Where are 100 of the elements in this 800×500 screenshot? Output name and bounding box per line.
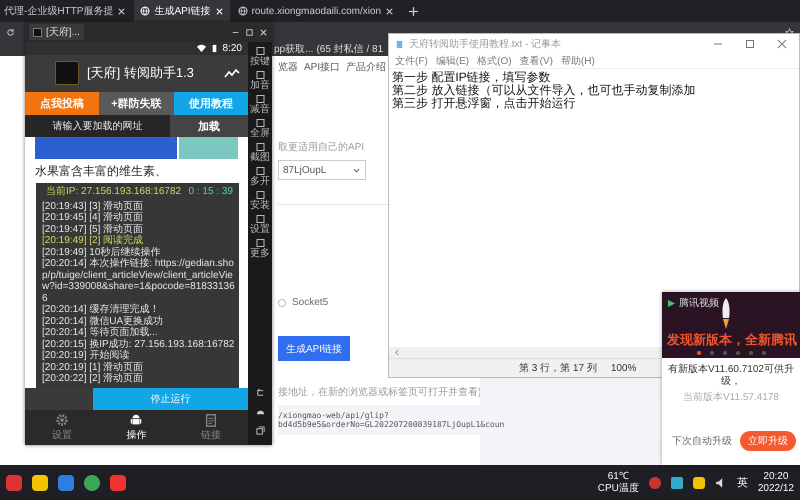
back-icon[interactable]: [256, 388, 264, 397]
cursor-position: 第 3 行，第 17 列: [519, 362, 597, 375]
square-icon: [254, 214, 266, 224]
side-button[interactable]: 按键: [248, 46, 272, 67]
trend-icon[interactable]: [224, 68, 240, 78]
square-icon: [254, 238, 266, 248]
version-text: 当前版本V11.57.4178: [682, 390, 780, 404]
zoom-level: 100%: [610, 362, 636, 374]
taskbar-app-icon[interactable]: [58, 474, 74, 490]
article-text: 水果富含丰富的维生素、: [34, 162, 168, 180]
log-line: [20:20:19] 开始阅读: [42, 350, 130, 362]
input-method-indicator[interactable]: 英: [736, 475, 748, 490]
document-icon: [395, 40, 404, 48]
log-line: [20:20:15] 换IP成功: 27.156.193.168:16782: [42, 338, 235, 350]
tray-app-icon[interactable]: [692, 476, 705, 488]
menu-item[interactable]: 编辑(E): [436, 54, 470, 68]
taskbar-app-icon[interactable]: [84, 474, 100, 490]
square-icon: [254, 118, 266, 128]
status-clock: 8:20: [222, 42, 242, 54]
square-icon: [254, 94, 266, 104]
carousel-dot[interactable]: [736, 351, 740, 355]
reload-icon[interactable]: [6, 28, 15, 36]
side-button[interactable]: 安装: [248, 190, 272, 211]
carousel-dot[interactable]: [696, 351, 700, 355]
hint-text: 取更适用自己的API: [278, 140, 366, 154]
side-button[interactable]: 减音: [248, 94, 272, 115]
nav-tab[interactable]: 链接: [174, 410, 248, 445]
close-icon[interactable]: [259, 28, 268, 36]
app-logo: [55, 61, 79, 86]
carousel-dot[interactable]: [748, 351, 752, 355]
timer-label: 0 : 15 : 39: [188, 186, 233, 198]
api-select[interactable]: 87LjOupL: [278, 160, 366, 180]
later-button[interactable]: 下次自动升级: [666, 433, 738, 449]
ip-label: 当前IP: 27.156.193.168:16782: [46, 186, 182, 198]
nav-link[interactable]: 览器: [278, 60, 298, 74]
brand-name: 腾讯视频: [679, 296, 719, 310]
carousel-dot[interactable]: [762, 351, 766, 355]
nav-tab[interactable]: 操作: [99, 410, 174, 445]
nav-link[interactable]: API接口: [304, 60, 340, 74]
close-icon[interactable]: [385, 6, 394, 16]
recents-icon[interactable]: [256, 426, 264, 435]
app-title: [天府] 转阅助手1.3: [87, 64, 194, 82]
globe-icon: [238, 6, 248, 16]
maximize-icon[interactable]: [745, 39, 755, 49]
nav-tab[interactable]: 设置: [25, 410, 100, 445]
bookmark-link[interactable]: pp获取...: [274, 42, 314, 56]
side-button[interactable]: 多开: [248, 166, 272, 187]
text-line: 第一步 配置IP链接，填写参数: [392, 71, 552, 84]
maximize-icon[interactable]: [245, 28, 254, 36]
load-button[interactable]: 加载: [170, 115, 248, 137]
log-line: [20:19:45] [4] 滑动页面: [42, 212, 144, 224]
side-button[interactable]: 加音: [248, 70, 272, 91]
radio-label: Socket5: [292, 297, 328, 308]
taskbar-clock[interactable]: 20:20 2022/12: [758, 470, 794, 494]
window-tab[interactable]: [天府]...: [29, 24, 84, 40]
side-button[interactable]: 全屏: [248, 118, 272, 139]
log-line: [20:19:49] 10秒后继续操作: [42, 246, 162, 258]
cpu-widget[interactable]: 61℃ CPU温度: [598, 470, 639, 494]
url-field[interactable]: 请输入要加载的网址: [25, 115, 170, 137]
carousel-dot[interactable]: [710, 351, 714, 355]
log-line: [20:19:47] [5] 滑动页面: [42, 224, 144, 235]
square-icon: [254, 142, 266, 152]
clipboard-icon: [204, 412, 218, 427]
generate-button[interactable]: 生成API链接: [278, 336, 350, 361]
globe-icon: [140, 6, 150, 16]
side-button[interactable]: 截图: [248, 142, 272, 163]
settings-icon: [55, 412, 70, 427]
side-button[interactable]: 更多: [248, 238, 272, 259]
photo-placeholder: [178, 136, 238, 159]
tray-app-icon[interactable]: [670, 476, 683, 488]
log-line: [20:20:14] 等待页面加载...: [42, 327, 159, 338]
battery-icon: [210, 44, 219, 53]
close-icon[interactable]: [117, 6, 126, 16]
bookmark-link[interactable]: (65 封私信 / 81: [316, 42, 384, 56]
square-icon: [254, 190, 266, 200]
text-line: 第三步 打开悬浮窗，点击开始运行: [392, 97, 576, 110]
menu-item[interactable]: 查看(V): [520, 54, 553, 68]
update-message: 有新版本V11.60.7102可供升级，: [667, 362, 795, 388]
carousel-dot[interactable]: [722, 351, 726, 355]
promo-headline: 发现新版本，全新腾讯: [667, 331, 795, 349]
text-line: 第二步 放入链接（可以从文件导入，也可也手动复制添加: [392, 84, 696, 97]
side-button[interactable]: 设置: [248, 214, 272, 235]
radio-button[interactable]: [278, 298, 286, 306]
wifi-icon: [196, 44, 206, 53]
browser-tab[interactable]: 生成API链接: [134, 0, 230, 22]
menu-item[interactable]: 帮助(H): [560, 54, 595, 68]
play-logo-icon: [667, 298, 676, 308]
window-title: 天府转阅助手使用教程.txt - 记事本: [409, 38, 562, 51]
log-line: [20:19:49] [2] 阅读完成: [42, 235, 144, 246]
log-line: [20:19:43] [3] 滑动页面: [42, 200, 144, 212]
taskbar-app-icon[interactable]: [32, 474, 48, 490]
menu-item[interactable]: 文件(F): [395, 54, 428, 68]
square-icon: [254, 70, 266, 80]
nav-link[interactable]: 产品介绍: [346, 60, 386, 74]
action-button[interactable]: +群防失联: [99, 92, 174, 116]
menu-item[interactable]: 格式(O): [477, 54, 512, 68]
android-icon: [129, 412, 144, 427]
new-tab-icon[interactable]: [408, 6, 420, 16]
log-line: [20:20:14] 缓存清理完成！: [42, 304, 160, 316]
log-line: [20:20:19] [1] 滑动页面: [42, 362, 144, 373]
